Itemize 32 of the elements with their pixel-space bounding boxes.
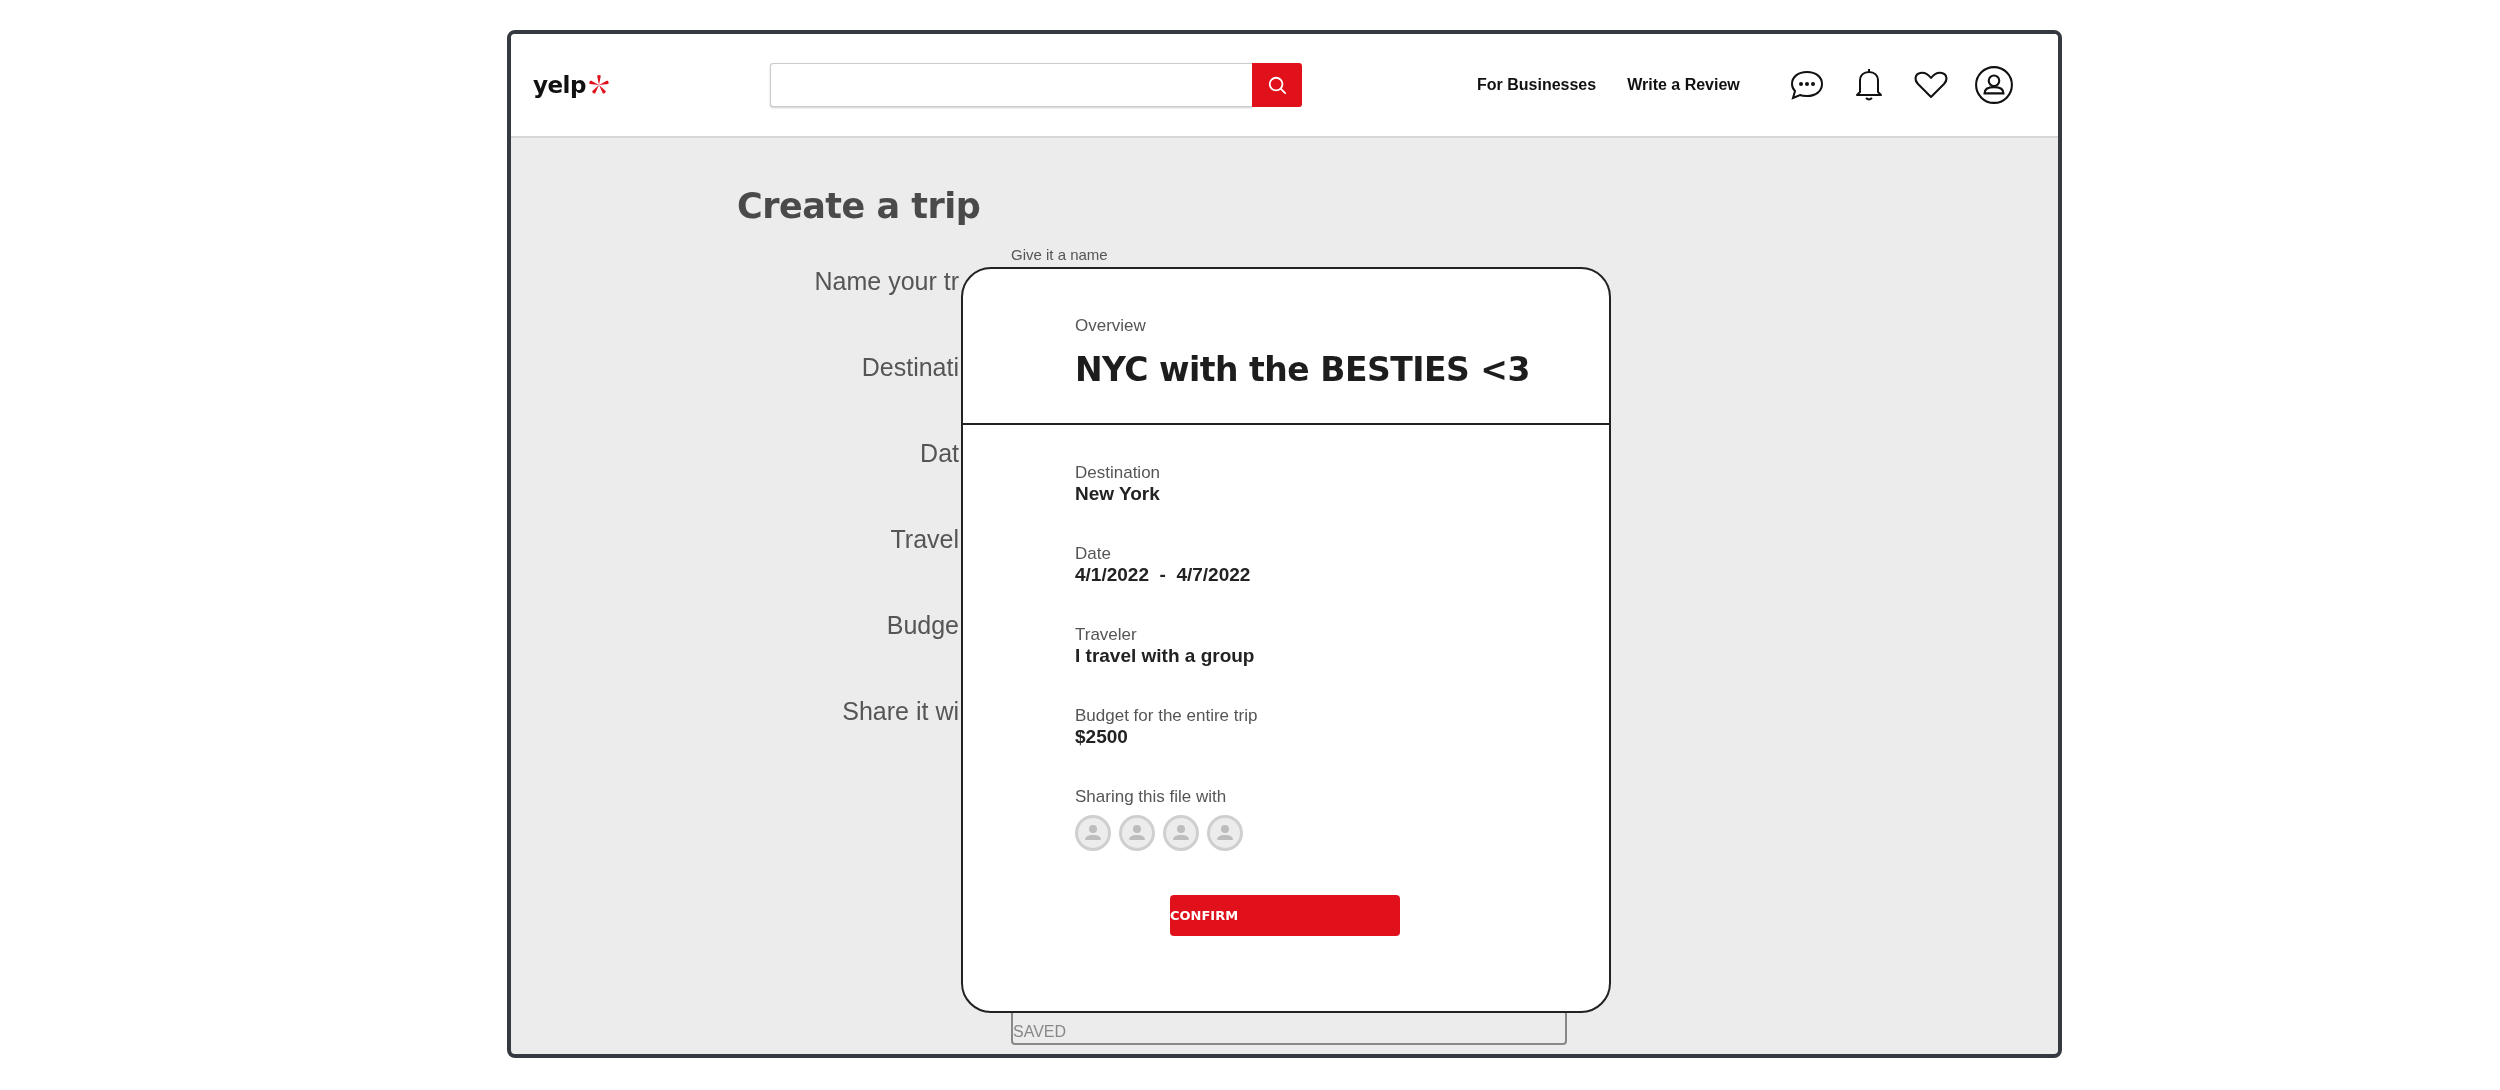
dialog-title: NYC with the BESTIES <3 bbox=[1075, 348, 1531, 391]
page-title: Create a trip bbox=[737, 185, 982, 228]
search-icon bbox=[1267, 75, 1287, 95]
nav-link-text[interactable]: Write a Review bbox=[1627, 73, 1740, 97]
search-button[interactable] bbox=[1252, 63, 1302, 107]
nav-link-text[interactable]: For Businesses bbox=[1477, 73, 1597, 97]
field-label: Dat bbox=[919, 437, 959, 469]
detail-label: Budget for the entire trip bbox=[1075, 706, 1259, 726]
detail-label: Date bbox=[1075, 544, 1112, 564]
field-label: Destinati bbox=[860, 351, 959, 383]
logo-text[interactable]: yelp bbox=[533, 67, 586, 103]
avatar-icon bbox=[1119, 815, 1155, 851]
field-label: Travel bbox=[889, 523, 959, 555]
detail-value: 4/1/2022 - 4/7/2022 bbox=[1075, 564, 1252, 586]
detail-value: $2500 bbox=[1075, 726, 1129, 748]
search-field[interactable] bbox=[770, 63, 1252, 107]
detail-label: Destination bbox=[1075, 463, 1162, 483]
detail-label: Traveler bbox=[1075, 625, 1138, 645]
dialog-overline: Overview bbox=[1075, 315, 1147, 337]
avatar-icon bbox=[1075, 815, 1111, 851]
field-label: Budge bbox=[885, 609, 959, 641]
detail-value: I travel with a group bbox=[1075, 645, 1256, 667]
field-hint: Give it a name bbox=[1011, 246, 1108, 264]
avatar-icon bbox=[1207, 815, 1243, 851]
user-icon[interactable] bbox=[1973, 65, 2014, 105]
confirm-button[interactable]: CONFIRM bbox=[1170, 895, 1400, 936]
field-label: Share it wi bbox=[841, 695, 959, 727]
field-label: Name your tr bbox=[813, 265, 959, 297]
detail-label: Sharing this file with bbox=[1075, 787, 1228, 807]
burst-icon bbox=[587, 74, 610, 96]
detail-value: New York bbox=[1075, 483, 1161, 505]
avatar-icon bbox=[1163, 815, 1199, 851]
